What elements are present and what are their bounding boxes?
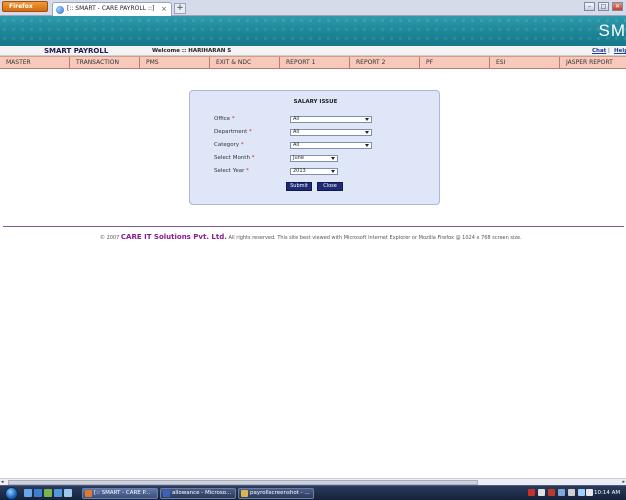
office-select-value: All bbox=[293, 116, 300, 122]
ie-icon[interactable] bbox=[34, 489, 42, 497]
minimize-button[interactable]: – bbox=[584, 2, 595, 11]
menu-item-master[interactable]: MASTER bbox=[0, 57, 70, 68]
chat-link[interactable]: Chat bbox=[592, 46, 606, 56]
category-select[interactable]: All bbox=[290, 142, 372, 149]
year-select[interactable]: 2013 bbox=[290, 168, 338, 175]
chevron-down-icon bbox=[331, 170, 335, 173]
category-label-text: Category bbox=[214, 142, 240, 148]
firefox-icon bbox=[85, 490, 92, 497]
required-mark: * bbox=[231, 116, 235, 122]
welcome-row: SMART PAYROLL Welcome :: HARIHARAN S Cha… bbox=[0, 46, 626, 56]
menu-item-esi[interactable]: ESI bbox=[490, 57, 560, 68]
browser-tab-strip: Firefox [:: SMART - CARE PAYROLL ::] × +… bbox=[0, 0, 626, 16]
year-label-text: Select Year bbox=[214, 168, 245, 174]
taskbar-button-label: allowance - Microso... bbox=[172, 490, 232, 496]
volume-icon[interactable] bbox=[586, 489, 593, 496]
taskbar-button-word[interactable]: allowance - Microso... bbox=[160, 488, 236, 499]
menu-item-pms[interactable]: PMS bbox=[140, 57, 210, 68]
tray-app-icon[interactable] bbox=[538, 489, 545, 496]
salary-issue-panel: SALARY ISSUE Office * All Department * A… bbox=[189, 90, 440, 205]
close-button[interactable]: Close bbox=[317, 182, 343, 191]
menu-item-pf[interactable]: PF bbox=[420, 57, 490, 68]
office-label: Office * bbox=[214, 116, 235, 122]
show-desktop-icon[interactable] bbox=[24, 489, 32, 497]
taskbar-button-label: payrollscreenshot - ... bbox=[250, 490, 310, 496]
submit-button[interactable]: Submit bbox=[286, 182, 312, 191]
quicklaunch-icon[interactable] bbox=[64, 489, 72, 497]
app-title: SMART PAYROLL bbox=[44, 47, 109, 55]
chevron-down-icon bbox=[365, 118, 369, 121]
tray-app-icon[interactable] bbox=[548, 489, 555, 496]
office-label-text: Office bbox=[214, 116, 231, 122]
main-menu-bar: MASTER TRANSACTION PMS EXIT & NDC REPORT… bbox=[0, 56, 626, 69]
taskbar-clock[interactable]: 10:14 AM bbox=[594, 486, 620, 500]
paint-icon bbox=[241, 490, 248, 497]
department-select-value: All bbox=[293, 129, 300, 135]
link-separator: | bbox=[608, 48, 610, 54]
restore-button[interactable]: □ bbox=[598, 2, 609, 11]
banner-pattern bbox=[0, 16, 626, 46]
month-select-value: June bbox=[293, 155, 304, 161]
copyright-text: © 2007 bbox=[100, 235, 120, 241]
office-select[interactable]: All bbox=[290, 116, 372, 123]
taskbar-button-paint[interactable]: payrollscreenshot - ... bbox=[238, 488, 314, 499]
favicon-icon bbox=[56, 6, 64, 14]
explorer-icon[interactable] bbox=[44, 489, 52, 497]
site-banner: SM bbox=[0, 16, 626, 46]
category-label: Category * bbox=[214, 142, 244, 148]
department-label: Department * bbox=[214, 129, 252, 135]
chevron-down-icon bbox=[365, 131, 369, 134]
chevron-down-icon bbox=[365, 144, 369, 147]
menu-item-jasper-report[interactable]: JASPER REPORT bbox=[560, 57, 626, 68]
required-mark: * bbox=[251, 155, 255, 161]
menu-item-exit-ndc[interactable]: EXIT & NDC bbox=[210, 57, 280, 68]
browser-tab-title: [:: SMART - CARE PAYROLL ::] bbox=[67, 5, 155, 12]
required-mark: * bbox=[249, 129, 252, 135]
category-select-value: All bbox=[293, 142, 300, 148]
menu-item-transaction[interactable]: TRANSACTION bbox=[70, 57, 140, 68]
media-icon[interactable] bbox=[54, 489, 62, 497]
month-select[interactable]: June bbox=[290, 155, 338, 162]
chevron-down-icon bbox=[331, 157, 335, 160]
month-label-text: Select Month bbox=[214, 155, 250, 161]
footer-divider bbox=[3, 226, 624, 227]
windows-taskbar: [:: SMART - CARE P... allowance - Micros… bbox=[0, 485, 626, 500]
browser-tab[interactable]: [:: SMART - CARE PAYROLL ::] × bbox=[52, 2, 172, 16]
network-icon[interactable] bbox=[578, 489, 585, 496]
footer-note: All rights reserved. This site best view… bbox=[228, 235, 522, 241]
company-name: CARE IT Solutions Pvt. Ltd. bbox=[120, 233, 227, 241]
required-mark: * bbox=[240, 142, 244, 148]
start-button[interactable] bbox=[5, 487, 18, 500]
year-select-value: 2013 bbox=[293, 168, 306, 174]
taskbar-button-label: [:: SMART - CARE P... bbox=[94, 490, 151, 496]
banner-logo: SM bbox=[598, 21, 626, 40]
menu-item-report-1[interactable]: REPORT 1 bbox=[280, 57, 350, 68]
firefox-menu-button[interactable]: Firefox bbox=[2, 1, 48, 12]
department-select[interactable]: All bbox=[290, 129, 372, 136]
tray-app-icon[interactable] bbox=[568, 489, 575, 496]
panel-title: SALARY ISSUE bbox=[293, 99, 338, 105]
required-mark: * bbox=[246, 168, 249, 174]
horizontal-scrollbar[interactable]: ◂ ▸ bbox=[0, 478, 626, 485]
word-icon bbox=[163, 490, 170, 497]
department-label-text: Department bbox=[214, 129, 248, 135]
tab-close-icon[interactable]: × bbox=[161, 3, 167, 15]
tray-app-icon[interactable] bbox=[558, 489, 565, 496]
menu-item-report-2[interactable]: REPORT 2 bbox=[350, 57, 420, 68]
window-close-button[interactable]: ✕ bbox=[612, 2, 623, 11]
month-label: Select Month * bbox=[214, 155, 254, 161]
new-tab-button[interactable]: + bbox=[174, 3, 186, 14]
footer: © 2007 CARE IT Solutions Pvt. Ltd. All r… bbox=[100, 233, 620, 241]
help-link[interactable]: Help bbox=[614, 46, 626, 56]
welcome-text: Welcome :: HARIHARAN S bbox=[152, 48, 232, 54]
tray-app-icon[interactable] bbox=[528, 489, 535, 496]
taskbar-button-firefox[interactable]: [:: SMART - CARE P... bbox=[82, 488, 158, 499]
year-label: Select Year * bbox=[214, 168, 249, 174]
